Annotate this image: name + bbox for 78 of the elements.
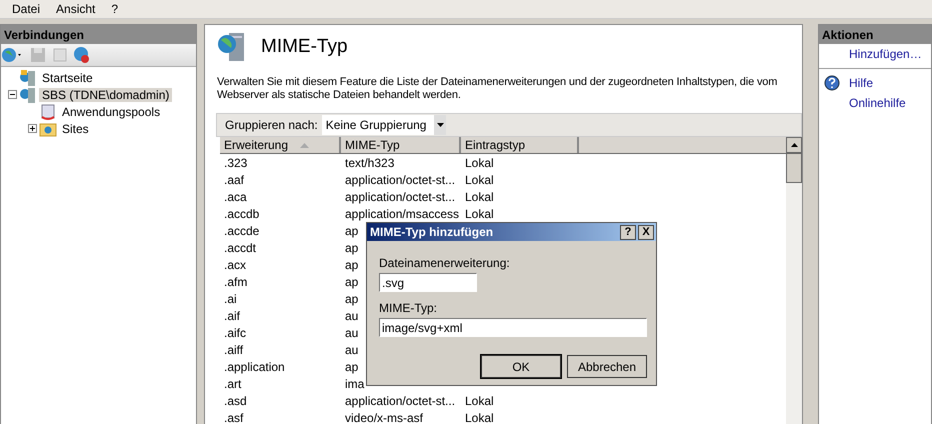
table-cell-text: ap [344,258,358,272]
tree-item[interactable]: Sites [59,122,92,136]
app-pool-icon [39,102,57,120]
table-cell-text: .accdt [223,240,258,254]
table-cell-text: video/x-ms-asf [344,410,424,424]
dialog-button[interactable]: Abbrechen [567,355,647,378]
tree-item[interactable]: SBS (TDNE\domadmin) [39,88,172,102]
table-cell-text: .acx [223,258,248,272]
table-cell-text: Lokal [464,172,495,186]
action-link[interactable]: Hinzufügen… [849,47,922,61]
table-cell-text: application/octet-st... [344,190,456,204]
field-label: MIME-Typ: [379,301,438,315]
scrollbar-thumb[interactable] [786,153,802,183]
table-cell-text: application/octet-st... [344,394,456,408]
table-cell-text: au [344,342,358,356]
table-cell-text: Lokal [464,190,495,204]
tree-item[interactable]: Anwendungspools [59,104,164,118]
table-cell-text: .aifc [223,326,248,340]
table-cell-text: au [344,308,358,322]
disconnect-icon[interactable] [73,46,91,64]
table-cell-text: .accdb [223,206,260,220]
page-title: MIME-Typ [261,36,348,58]
table-cell-text: .accde [223,224,260,238]
home-server-icon [19,68,37,86]
table-cell-text: Lokal [464,206,495,220]
dialog-button[interactable]: OK [481,355,561,378]
column-header[interactable]: MIME-Typ [341,137,461,153]
table-cell-text: .afm [223,274,248,288]
tree-item[interactable]: Startseite [39,70,96,84]
table-cell-text: .aca [223,190,248,204]
menu-item[interactable]: Datei [4,2,48,16]
column-header[interactable]: Eintragstyp [461,137,579,153]
field-label: Dateinamenerweiterung: [379,256,510,270]
table-cell-text: .asd [223,394,248,408]
table-cell-text: application/octet-st... [344,172,456,186]
action-link[interactable]: Onlinehilfe [849,96,906,110]
table-cell-text: .aaf [223,172,246,186]
table-cell-text: ima [344,376,364,390]
column-header[interactable]: Erweiterung [220,137,341,153]
table-cell-text: application/msaccess [344,206,460,220]
table-cell-text: text/h323 [344,156,396,170]
panel-header: Verbindungen [1,25,196,44]
server-icon [19,86,37,104]
caret-icon [436,123,444,127]
table-cell-text: .aif [223,308,242,322]
table-cell-text: ap [344,274,358,288]
menu-item[interactable]: ? [103,2,126,16]
table-cell-text: .323 [223,156,248,170]
help-button[interactable]: ? [620,224,636,240]
description: Verwalten Sie mit diesem Feature die Liste der Dateinamenerweiterungen und der zugeordneten Inhaltstypen, die vom Webserver als statische Dateien behandelt werden. [217,76,778,102]
table-cell-text: .application [223,360,286,374]
help-icon [824,75,840,91]
table-cell-text: Lokal [464,410,495,424]
scroll-up-icon[interactable] [790,143,798,147]
table-cell-text: au [344,326,358,340]
action-link[interactable]: Hilfe [849,76,874,90]
collapse-icon[interactable] [8,90,16,99]
table-cell-text: .art [223,376,242,390]
table-cell-text: ap [344,292,358,306]
group-dropdown[interactable]: Keine Gruppierung [322,115,446,135]
sort-ascending-icon [300,142,310,148]
expand-icon[interactable] [28,124,36,133]
table-cell-text: .asf [223,410,244,424]
table-cell-text: .ai [223,292,238,306]
scrollbar[interactable] [786,137,802,424]
panel-header: Aktionen [819,25,931,44]
close-button[interactable]: X [638,224,654,240]
mime-type-field[interactable]: image/svg+xml [379,318,647,337]
dialog-title: MIME-Typ hinzufügen [370,225,494,239]
table-cell-text: ap [344,360,358,374]
table-cell-text: Lokal [464,156,495,170]
table-cell-text: ap [344,240,358,254]
table-cell-text: .aiff [223,342,244,356]
extension-field[interactable]: .svg [379,273,477,292]
table-cell-text: ap [344,224,358,238]
group-label: Gruppieren nach: [225,118,318,132]
table-cell-text: Lokal [464,394,495,408]
menu-item[interactable]: Ansicht [48,2,104,16]
